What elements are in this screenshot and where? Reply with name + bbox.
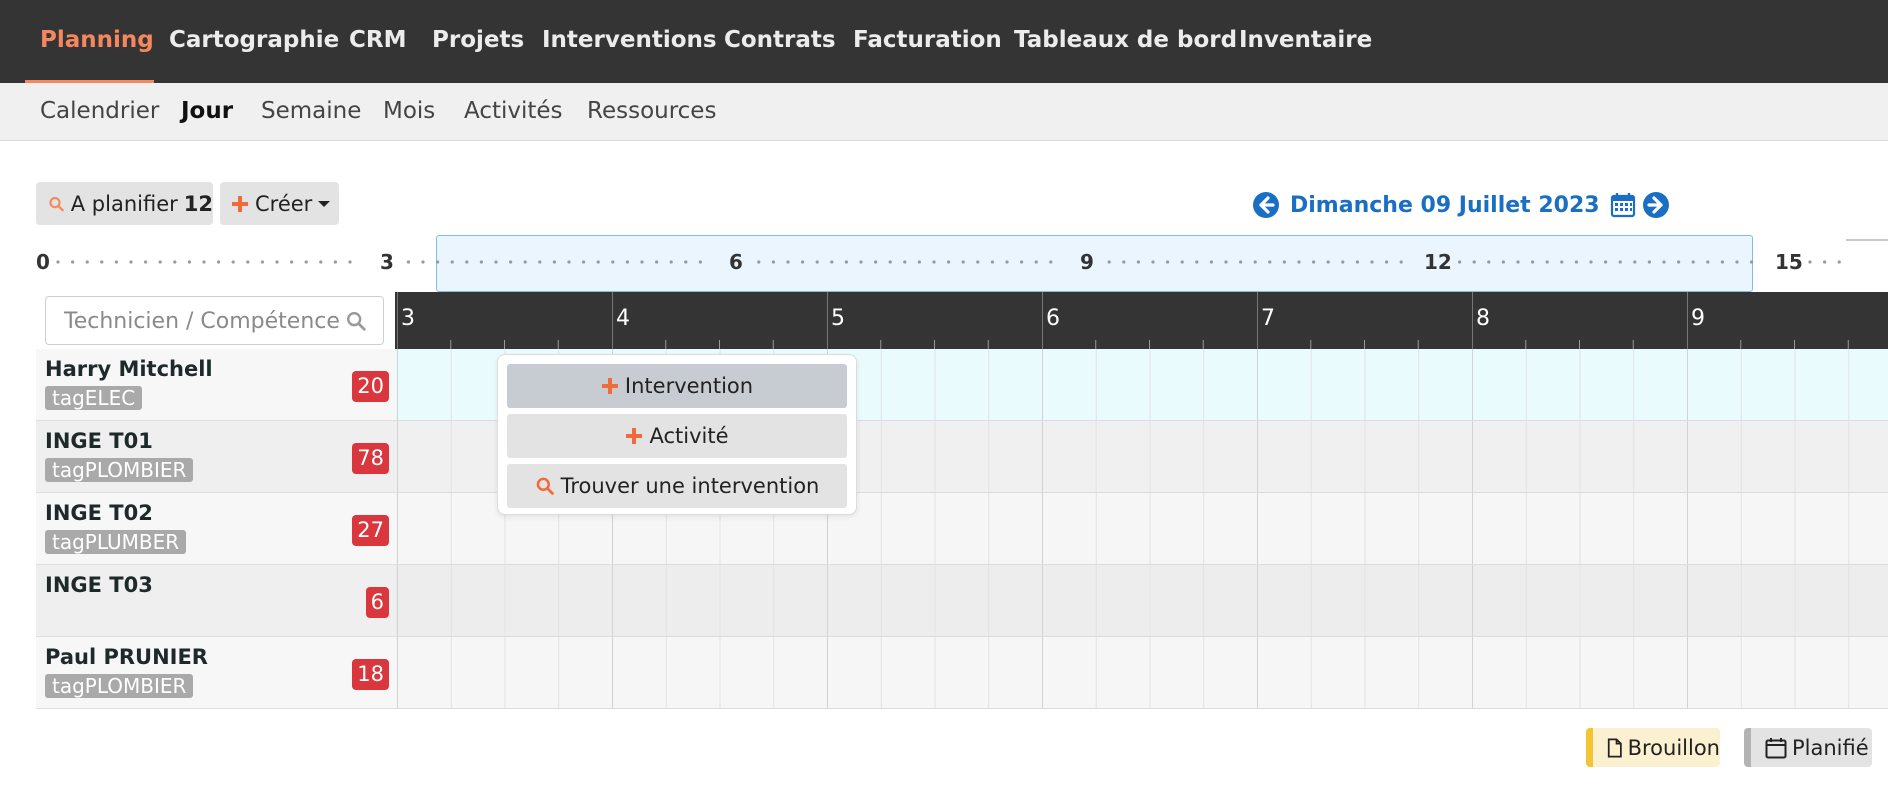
timeline-hour-4: 4 bbox=[616, 306, 630, 331]
skill-tag: tagPLOMBIER bbox=[45, 458, 194, 482]
add-intervention-label: Intervention bbox=[624, 374, 754, 398]
current-date[interactable]: Dimanche 09 Juillet 2023 bbox=[1290, 193, 1600, 218]
nav-crm[interactable]: CRM bbox=[349, 0, 406, 83]
caret-down-icon bbox=[318, 200, 331, 207]
nav-tableaux-de-bord[interactable]: Tableaux de bord bbox=[1014, 0, 1237, 83]
legend-planned: Planifié bbox=[1744, 728, 1872, 767]
nav-interventions[interactable]: Interventions bbox=[542, 0, 717, 83]
plus-icon bbox=[626, 428, 643, 444]
create-context-menu: Intervention Activité Trouver une interv… bbox=[497, 354, 857, 515]
count-badge: 78 bbox=[352, 443, 389, 474]
technician-row[interactable]: INGE T01 tagPLOMBIER 78 bbox=[36, 421, 395, 493]
technician-name: INGE T02 bbox=[45, 501, 153, 525]
create-dropdown-button[interactable]: Créer bbox=[220, 182, 339, 225]
nav-contrats[interactable]: Contrats bbox=[724, 0, 836, 83]
search-icon bbox=[49, 196, 64, 211]
technician-search bbox=[45, 296, 384, 345]
skill-tag: tagELEC bbox=[45, 386, 143, 410]
subnav-mois[interactable]: Mois bbox=[383, 83, 435, 141]
technician-row[interactable]: INGE T03 6 bbox=[36, 565, 395, 637]
timeline-hour-6: 6 bbox=[1046, 306, 1060, 331]
nav-facturation[interactable]: Facturation bbox=[853, 0, 1002, 83]
document-icon bbox=[1607, 737, 1622, 758]
count-badge: 18 bbox=[352, 659, 389, 690]
next-day-icon[interactable] bbox=[1642, 191, 1670, 219]
technician-name: Harry Mitchell bbox=[45, 357, 213, 381]
sub-navigation: Calendrier Jour Semaine Mois Activités R… bbox=[0, 83, 1888, 141]
technician-row[interactable]: Harry Mitchell tagELEC 20 bbox=[36, 349, 395, 421]
subnav-semaine[interactable]: Semaine bbox=[261, 83, 361, 141]
technician-search-input[interactable] bbox=[64, 307, 344, 335]
to-plan-label: A planifier bbox=[70, 191, 178, 216]
add-activity-label: Activité bbox=[649, 424, 729, 448]
nav-cartographie[interactable]: Cartographie bbox=[169, 0, 339, 83]
nav-inventaire[interactable]: Inventaire bbox=[1239, 0, 1372, 83]
overview-hour-12: 12 bbox=[1424, 250, 1452, 274]
timeline-header: 3 4 5 6 7 8 9 bbox=[395, 292, 1888, 349]
legend-draft-label: Brouillon bbox=[1627, 735, 1720, 760]
overview-hour-15: 15 bbox=[1775, 250, 1803, 274]
technician-row[interactable]: INGE T02 tagPLUMBER 27 bbox=[36, 493, 395, 565]
date-navigator: Dimanche 09 Juillet 2023 bbox=[1252, 188, 1670, 222]
skill-tag: tagPLOMBIER bbox=[45, 674, 194, 698]
subnav-calendrier[interactable]: Calendrier bbox=[40, 83, 159, 141]
timeline-hour-3: 3 bbox=[401, 306, 415, 331]
technician-name: INGE T01 bbox=[45, 429, 153, 453]
search-icon bbox=[347, 312, 366, 331]
find-intervention-button[interactable]: Trouver une intervention bbox=[507, 464, 847, 508]
plus-icon bbox=[601, 378, 618, 394]
nav-planning[interactable]: Planning bbox=[40, 0, 154, 83]
count-badge: 6 bbox=[365, 587, 389, 618]
timeline-hour-9: 9 bbox=[1691, 306, 1705, 331]
calendar-icon bbox=[1765, 737, 1787, 758]
technician-name: INGE T03 bbox=[45, 573, 153, 597]
subnav-ressources[interactable]: Ressources bbox=[587, 83, 716, 141]
add-activity-button[interactable]: Activité bbox=[507, 414, 847, 458]
to-plan-button[interactable]: A planifier 12 bbox=[36, 182, 213, 225]
overview-scroll-edge bbox=[1846, 239, 1888, 241]
overview-hour-6: 6 bbox=[729, 250, 743, 274]
add-intervention-button[interactable]: Intervention bbox=[507, 364, 847, 408]
subnav-activites[interactable]: Activités bbox=[464, 83, 563, 141]
subnav-jour[interactable]: Jour bbox=[181, 83, 233, 141]
timeline-hour-7: 7 bbox=[1261, 306, 1275, 331]
overview-hour-0: 0 bbox=[36, 250, 50, 274]
technician-row[interactable]: Paul PRUNIER tagPLOMBIER 18 bbox=[36, 637, 395, 709]
find-intervention-label: Trouver une intervention bbox=[560, 474, 820, 498]
nav-projets[interactable]: Projets bbox=[432, 0, 524, 83]
overview-hour-9: 9 bbox=[1080, 250, 1094, 274]
technician-name: Paul PRUNIER bbox=[45, 645, 208, 669]
count-badge: 20 bbox=[352, 371, 389, 402]
previous-day-icon[interactable] bbox=[1252, 191, 1280, 219]
skill-tag: tagPLUMBER bbox=[45, 530, 187, 554]
timeline-hour-5: 5 bbox=[831, 306, 845, 331]
timeline-hour-8: 8 bbox=[1476, 306, 1490, 331]
plus-icon bbox=[232, 195, 248, 212]
overview-hour-3: 3 bbox=[380, 250, 394, 274]
legend-planned-label: Planifié bbox=[1792, 735, 1869, 760]
create-label: Créer bbox=[255, 191, 313, 216]
calendar-icon[interactable] bbox=[1610, 192, 1636, 218]
top-navigation: Planning Cartographie CRM Projets Interv… bbox=[0, 0, 1888, 83]
to-plan-count: 12 bbox=[183, 191, 213, 216]
count-badge: 27 bbox=[352, 515, 389, 546]
visible-range-selector[interactable] bbox=[436, 235, 1753, 292]
legend-draft: Brouillon bbox=[1586, 728, 1720, 767]
search-icon bbox=[536, 477, 554, 495]
